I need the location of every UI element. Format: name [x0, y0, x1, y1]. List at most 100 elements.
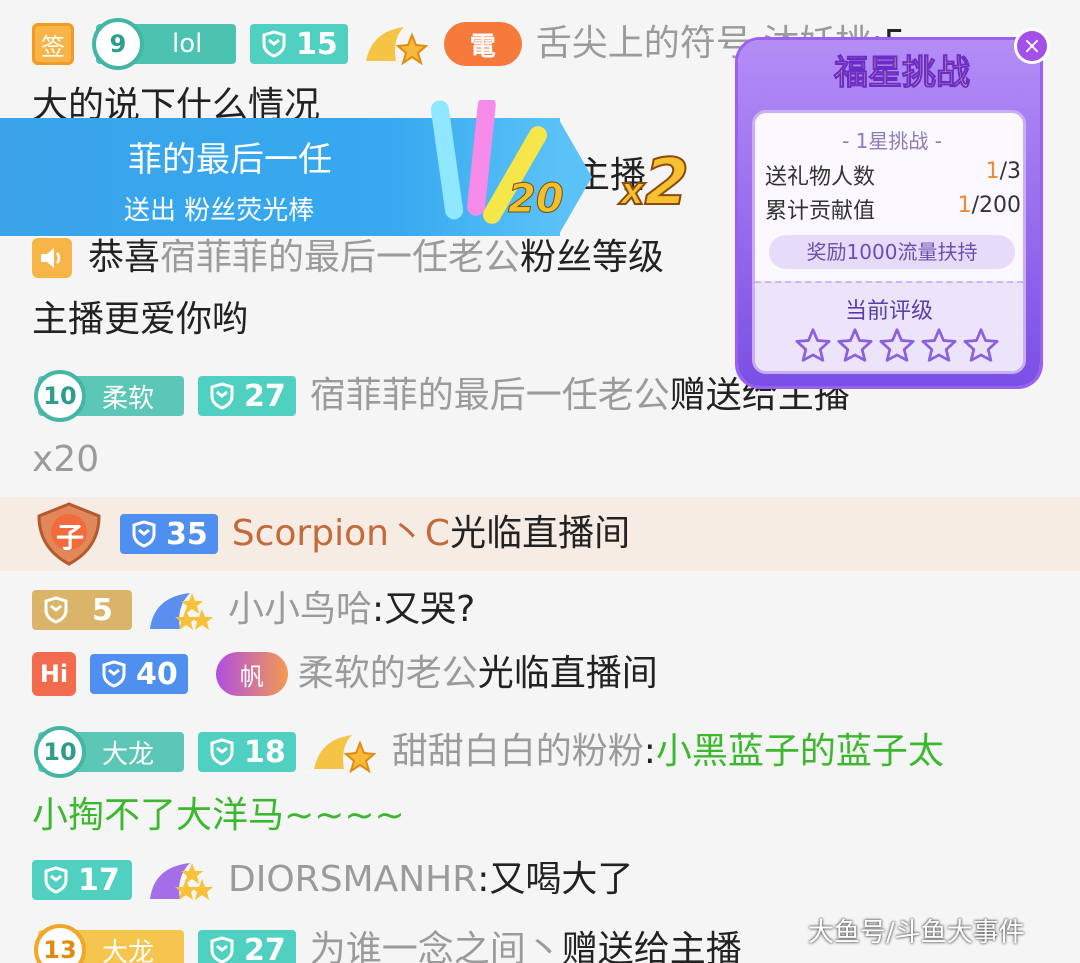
row-label: 累计贡献值	[765, 199, 876, 224]
chat-username[interactable]: 甜甜白白的粉粉	[392, 720, 644, 784]
user-level: 5	[92, 592, 113, 628]
star-icon	[963, 327, 999, 363]
chat-username[interactable]: 舌尖上的符号	[536, 12, 752, 76]
speaker-icon	[32, 238, 72, 278]
combo-counter: x2	[619, 145, 690, 221]
rating-stars	[795, 327, 999, 363]
star-icon	[837, 327, 873, 363]
star-icon	[921, 327, 957, 363]
welcome-text: 光临直播间	[477, 653, 658, 694]
chat-message: 13 大龙 27 为谁一念之间丶 赠送给主播	[32, 918, 742, 963]
welcome-text: 光临直播间	[450, 513, 631, 554]
fan-name: lol	[172, 29, 203, 59]
chat-username[interactable]: 宿菲菲的最后一任老公	[310, 364, 670, 428]
gift-banner[interactable]: 菲的最后一任 送出 粉丝荧光棒	[0, 100, 592, 236]
chat-username[interactable]: 柔软的老公	[298, 642, 478, 706]
user-level: 17	[78, 862, 120, 898]
fan-name: 大龙	[102, 937, 155, 963]
fan-level: 10	[34, 726, 86, 778]
hi-badge: Hi	[32, 652, 76, 696]
noble-label: 子	[56, 521, 85, 554]
gift-count-text: x20	[32, 439, 100, 480]
user-level-badge: 27	[198, 930, 296, 963]
challenge-body: - 1星挑战 - 送礼物人数 1/3 累计贡献值 1/200 奖励1000流量扶…	[752, 110, 1026, 374]
wing-star-icon	[362, 23, 432, 65]
star-icon	[879, 327, 915, 363]
user-level: 40	[136, 656, 178, 692]
welcome-message: Hi 40 帆 柔软的老公 光临直播间	[32, 642, 658, 706]
row-value: 1/3	[985, 159, 1021, 184]
chat-separator: :	[477, 859, 490, 900]
fan-badge[interactable]: 13 大龙	[34, 924, 184, 963]
chat-text-line2: 小掏不了大洋马~~~~	[32, 795, 405, 836]
user-level: 18	[244, 734, 286, 770]
chat-text: 又哭?	[384, 589, 476, 630]
user-level: 27	[244, 378, 286, 414]
challenge-panel[interactable]: 福星挑战 × - 1星挑战 - 送礼物人数 1/3 累计贡献值 1/200 奖励…	[738, 28, 1050, 386]
star-icon	[795, 327, 831, 363]
user-level: 27	[244, 932, 286, 963]
user-level: 15	[296, 26, 338, 62]
chat-username[interactable]: 小小鸟哈	[228, 578, 372, 642]
user-level-badge: 17	[32, 860, 132, 900]
user-level-badge: 15	[250, 24, 348, 64]
chat-message: 10 大龙 18 甜甜白白的粉粉 : 小黑蓝子的蓝子太	[32, 720, 944, 784]
system-text-line2: 主播更爱你哟	[32, 299, 249, 340]
chat-username[interactable]: DIORSMANHR	[228, 848, 477, 912]
fan-name: 柔软	[102, 383, 155, 414]
wing-star-icon	[310, 731, 380, 773]
chat-message: 5 小小鸟哈 : 又哭?	[32, 578, 475, 642]
chat-message: 17 DIORSMANHR : 又喝大了	[32, 848, 633, 912]
welcome-message: 35 Scorpion丶C 光临直播间	[32, 502, 630, 566]
fan-level: 10	[34, 370, 86, 422]
challenge-row-contribution: 累计贡献值 1/200	[765, 193, 1021, 225]
row-value: 1/200	[957, 193, 1021, 218]
combo-x: x	[619, 168, 645, 214]
sign-badge: 签	[32, 23, 74, 65]
fan-badge[interactable]: 10 柔软	[34, 370, 184, 422]
shield-icon	[208, 738, 236, 766]
gift-action: 送出 粉丝荧光棒	[124, 196, 315, 226]
shield-icon	[130, 520, 158, 548]
reward-pill: 奖励1000流量扶持	[769, 235, 1015, 269]
close-button[interactable]: ×	[1014, 28, 1050, 64]
shield-icon	[260, 30, 288, 58]
chat-separator: :	[643, 731, 656, 772]
wing-star-icon	[146, 589, 216, 631]
wing-star-icon	[146, 859, 216, 901]
user-level-badge: 5	[32, 590, 132, 630]
chat-message-cont: 小掏不了大洋马~~~~	[32, 784, 405, 848]
shield-icon	[100, 660, 128, 688]
chat-text: 赠送给主播	[561, 929, 742, 963]
challenge-title: 福星挑战	[834, 53, 971, 94]
sail-badge: 帆	[215, 652, 288, 696]
challenge-level: - 1星挑战 -	[842, 129, 942, 153]
shield-icon	[208, 936, 236, 963]
rating-label: 当前评级	[844, 299, 933, 324]
system-message-cont: 主播更爱你哟	[32, 288, 248, 352]
user-level-badge: 27	[198, 376, 296, 416]
row-label: 送礼物人数	[765, 165, 876, 190]
fan-level: 13	[34, 924, 86, 963]
electric-badge: 電	[443, 22, 522, 66]
fan-name: 大龙	[102, 739, 155, 770]
chat-username[interactable]: 为谁一念之间丶	[310, 918, 562, 963]
user-level: 35	[166, 516, 208, 552]
gift-sender: 菲的最后一任	[128, 140, 332, 180]
watermark: 大鱼号/斗鱼大事件	[808, 918, 1025, 948]
chat-username[interactable]: Scorpion丶C	[232, 502, 450, 566]
chat-separator: :	[372, 589, 385, 630]
shield-icon	[42, 866, 70, 894]
fan-badge[interactable]: 9 lol	[92, 18, 236, 70]
user-level-badge: 40	[90, 654, 188, 694]
chat-text: 又喝大了	[489, 859, 634, 900]
shield-icon	[208, 382, 236, 410]
user-level-badge: 18	[198, 732, 296, 772]
user-level-badge: 35	[120, 514, 218, 554]
chat-text: 小黑蓝子的蓝子太	[655, 731, 944, 772]
gift-count: 20	[508, 176, 565, 223]
fan-badge[interactable]: 10 大龙	[34, 726, 184, 778]
shield-icon	[42, 596, 70, 624]
chat-message: 10 柔软 27 宿菲菲的最后一任老公 赠送给主播	[32, 364, 850, 428]
challenge-row-gifters: 送礼物人数 1/3	[765, 159, 1021, 191]
